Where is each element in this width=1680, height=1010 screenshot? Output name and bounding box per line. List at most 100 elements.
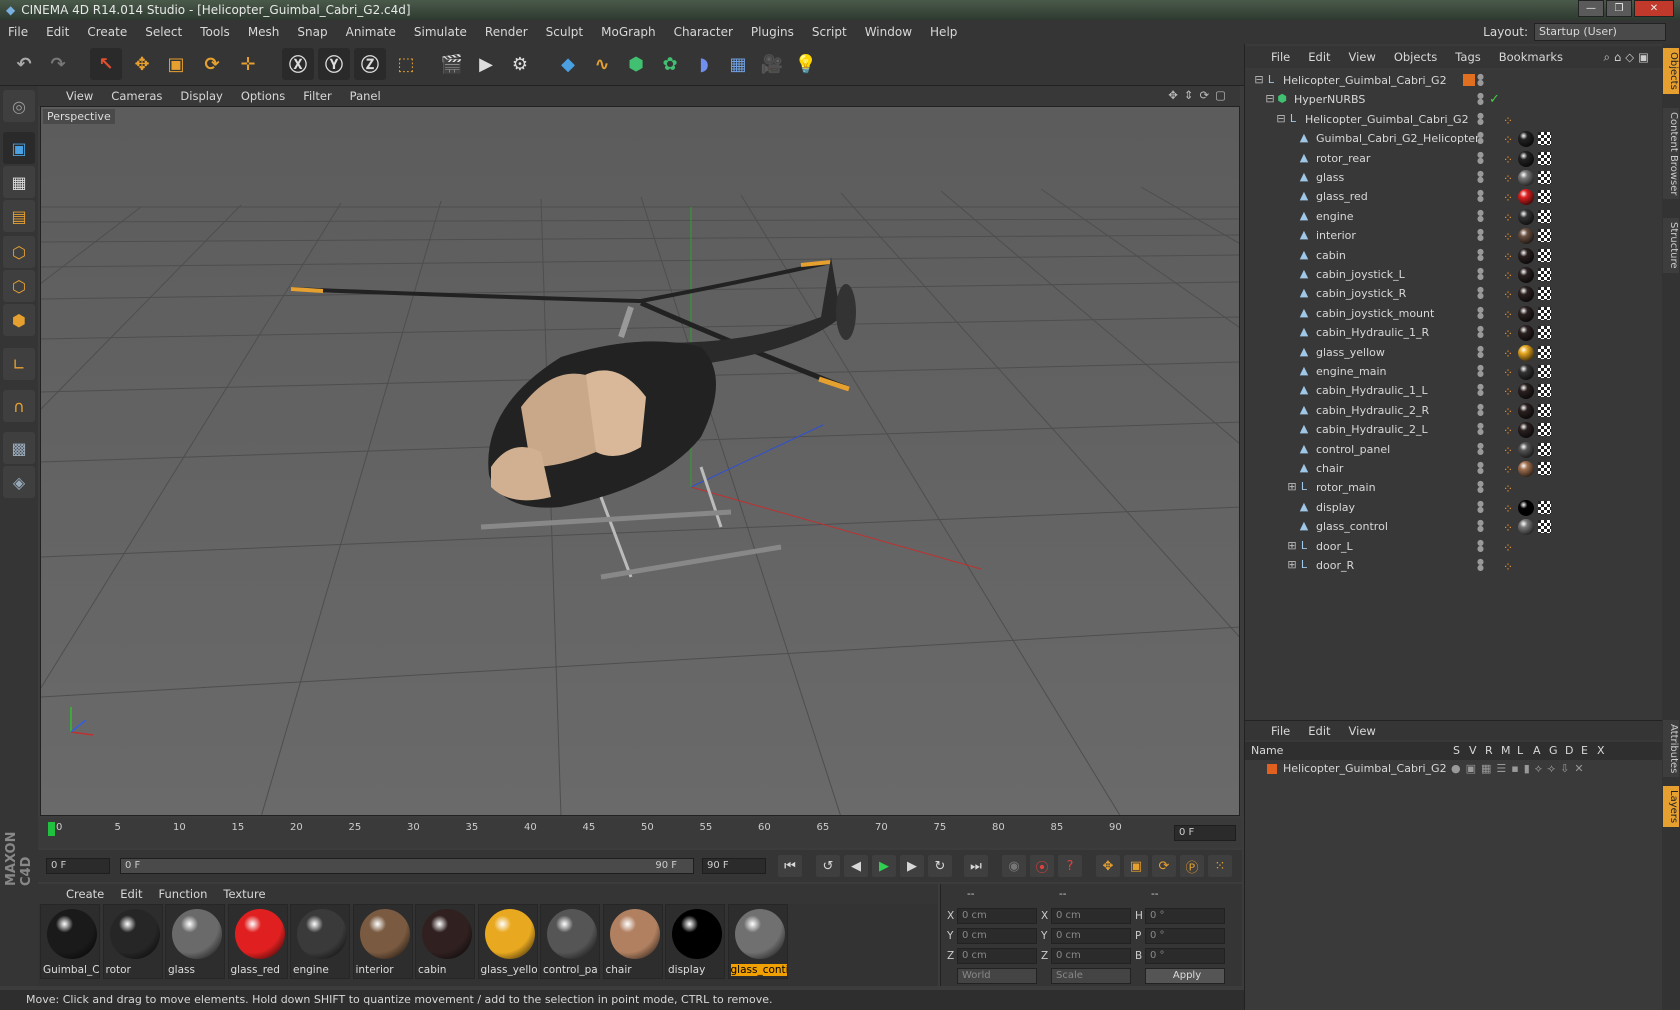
material-swatch[interactable]: glass_conti [727,904,788,979]
texture-tag-icon[interactable] [1518,402,1534,419]
size-y-field[interactable]: 0 cm [1051,928,1131,944]
texture-tag-icon[interactable] [1518,461,1534,477]
object-row[interactable]: ▲ glass_control ● ● ⁘ [1245,517,1663,536]
rotate-tool-icon[interactable]: ⟳ [196,48,228,80]
phong-tag-icon[interactable]: ⁘ [1503,539,1513,558]
phong-tag-icon[interactable]: ⁘ [1503,480,1513,499]
layer-col-a[interactable]: A [1533,742,1541,760]
object-row[interactable]: ▲ cabin_joystick_R ● ● ⁘ [1245,284,1663,303]
array-icon[interactable]: ✿ [654,48,686,80]
texture-tag-icon[interactable] [1518,422,1534,439]
layer-col-d[interactable]: D [1565,742,1573,760]
menu-snap[interactable]: Snap [297,25,327,39]
next-key-icon[interactable]: ↻ [928,855,952,877]
texture-tag-icon[interactable] [1518,441,1534,458]
size-z-field[interactable]: 0 cm [1051,948,1131,964]
phong-tag-icon[interactable]: ⁘ [1503,500,1513,519]
obj-menu-view[interactable]: View [1349,50,1376,64]
material-menu-create[interactable]: Create [66,887,104,901]
start-frame-field[interactable]: 0 F [46,858,110,874]
phong-tag-icon[interactable]: ⁘ [1503,422,1513,441]
z-axis-icon[interactable]: Ⓩ [354,48,386,80]
phong-tag-icon[interactable]: ⁘ [1503,364,1513,383]
cube-object-icon[interactable]: ◆ [552,48,584,80]
uvw-tag-icon[interactable] [1538,171,1551,184]
workplane-icon[interactable]: ▤ [3,200,35,232]
render-picture-viewer-icon[interactable]: ▶ [470,48,502,80]
texture-mode-icon[interactable]: ▦ [3,166,35,198]
texture-tag-icon[interactable] [1518,228,1534,245]
object-row[interactable]: ▲ control_panel ● ● ⁘ [1245,440,1663,459]
material-swatch[interactable]: cabin [415,904,475,979]
visibility-dots[interactable]: ● ● [1477,402,1485,416]
nurbs-icon[interactable]: ⬢ [620,48,652,80]
phong-tag-icon[interactable]: ⁘ [1503,345,1513,364]
material-swatch[interactable]: interior [352,904,413,979]
menu-character[interactable]: Character [674,25,733,39]
material-menu-texture[interactable]: Texture [223,887,265,901]
expand-toggle-icon[interactable]: ⊟ [1275,112,1287,125]
object-row[interactable]: ▲ Guimbal_Cabri_G2_Helicopter ● ● ⁘ [1245,129,1663,148]
visibility-dots[interactable]: ● ● [1477,92,1485,106]
minimize-button[interactable]: — [1578,0,1604,17]
x-axis-icon[interactable]: Ⓧ [282,48,314,80]
menu-edit[interactable]: Edit [46,25,69,39]
visibility-dots[interactable]: ● ● [1477,383,1485,397]
phong-tag-icon[interactable]: ⁘ [1503,189,1513,208]
frame-range-slider[interactable]: 0 F 90 F [120,858,694,874]
world-dropdown[interactable]: World [957,968,1037,984]
key-parameter-icon[interactable]: Ⓟ [1180,855,1204,877]
end-frame-field[interactable]: 90 F [702,858,766,874]
menu-file[interactable]: File [8,25,28,39]
current-frame-field[interactable]: 0 F [1174,825,1236,841]
phong-tag-icon[interactable]: ⁘ [1503,519,1513,538]
layer-menu-view[interactable]: View [1349,724,1376,738]
maximize-button[interactable]: ❐ [1606,0,1632,17]
viewport-menu-panel[interactable]: Panel [350,89,381,103]
phong-tag-icon[interactable]: ⁘ [1503,442,1513,461]
texture-tag-icon[interactable] [1518,305,1534,322]
material-swatch[interactable]: chair [602,904,663,979]
layer-col-l[interactable]: L [1517,742,1523,760]
layer-color-swatch[interactable] [1267,764,1277,774]
apply-button[interactable]: Apply [1145,968,1225,984]
layer-col-m[interactable]: M [1501,742,1511,760]
object-row[interactable]: ⊟ L Helicopter_Guimbal_Cabri_G2 ● ● ⁘ [1245,110,1663,129]
object-row[interactable]: ▲ glass ● ● ⁘ [1245,168,1663,187]
visibility-dots[interactable]: ● ● [1477,131,1485,145]
texture-tag-icon[interactable] [1518,150,1534,167]
rot-h-field[interactable]: 0 ° [1145,908,1225,924]
uvw-tag-icon[interactable] [1538,229,1551,243]
material-swatch[interactable]: Guimbal_C [40,904,100,979]
visibility-dots[interactable]: ● ● [1477,325,1485,339]
phong-tag-icon[interactable]: ⁘ [1503,461,1513,480]
material-swatch[interactable]: rotor [102,904,163,979]
material-menu-function[interactable]: Function [159,887,208,901]
timeline[interactable]: 0 5 10 15 20 25 30 35 40 45 50 55 60 65 … [38,818,1242,848]
floor-icon[interactable]: ▦ [722,48,754,80]
visibility-dots[interactable]: ● ● [1477,189,1485,203]
uvw-tag-icon[interactable] [1538,365,1551,378]
uvw-tag-icon[interactable] [1538,326,1551,340]
render-settings-icon[interactable]: ⚙ [504,48,536,80]
menu-sculpt[interactable]: Sculpt [546,25,583,39]
phong-tag-icon[interactable]: ⁘ [1503,403,1513,422]
phong-tag-icon[interactable]: ⁘ [1503,306,1513,325]
expand-toggle-icon[interactable]: ⊞ [1286,539,1298,552]
polygons-mode-icon[interactable]: ⬢ [3,304,35,336]
layout-select[interactable]: Startup (User) [1534,23,1666,41]
material-swatch[interactable]: engine [290,904,350,979]
visibility-dots[interactable]: ● ● [1477,208,1485,222]
uvw-tag-icon[interactable] [1538,287,1551,301]
material-swatch[interactable]: control_pa [540,904,600,979]
points-mode-icon[interactable]: ⬡ [3,236,35,268]
tab-content-browser[interactable]: Content Browser [1663,108,1679,200]
object-row[interactable]: ▲ display ● ● ⁘ [1245,498,1663,517]
object-row[interactable]: ⊞ Lrotor_main ● ● ⁘ [1245,478,1663,497]
visibility-dots[interactable]: ● ● [1477,170,1485,184]
object-row[interactable]: ▲ cabin_Hydraulic_2_R ● ● ⁘ [1245,401,1663,420]
camera-icon[interactable]: 🎥 [756,48,788,80]
rot-b-field[interactable]: 0 ° [1145,948,1225,964]
record-keys-icon[interactable]: ◉ [1002,855,1026,877]
light-icon[interactable]: 💡 [790,48,822,80]
